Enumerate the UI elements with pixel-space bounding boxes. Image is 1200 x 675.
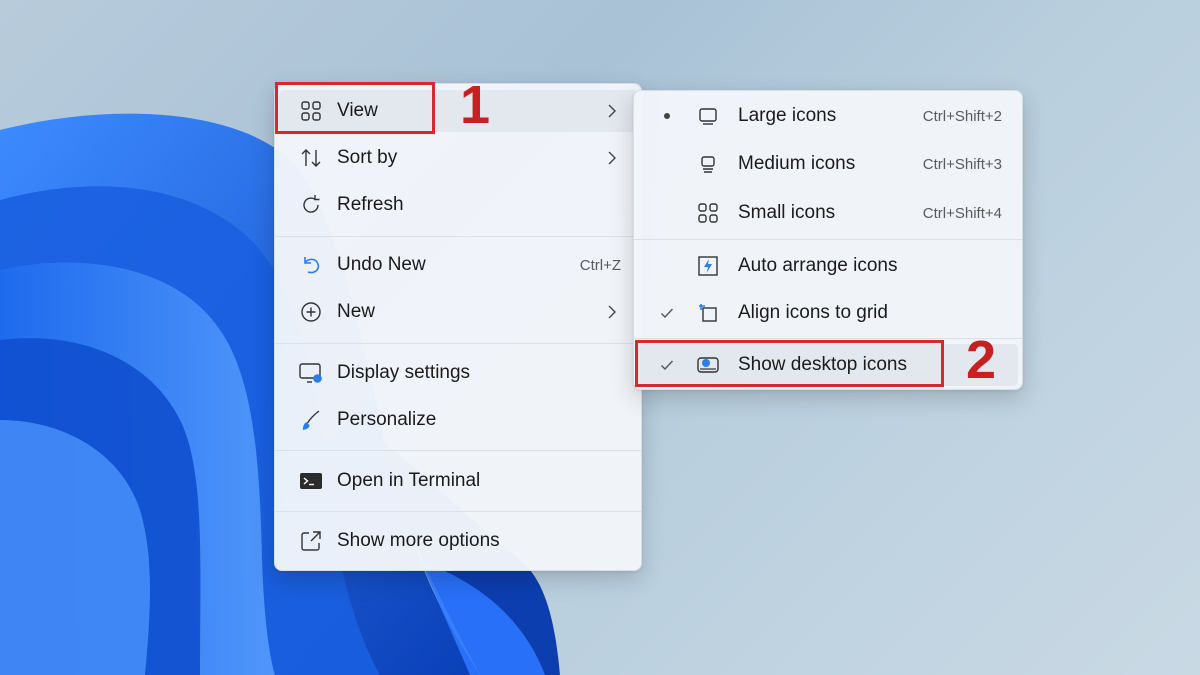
submenu-item-label: Auto arrange icons — [738, 255, 898, 276]
highlight-box-view — [275, 82, 435, 134]
submenu-item-large-icons[interactable]: Large icons Ctrl+Shift+2 — [638, 95, 1018, 137]
shortcut-text: Ctrl+Shift+4 — [922, 204, 1002, 222]
submenu-item-auto-arrange-icons[interactable]: Auto arrange icons — [638, 245, 1018, 287]
menu-item-show-more-options[interactable]: Show more options — [279, 520, 637, 562]
menu-separator — [634, 338, 1022, 339]
small-icons-icon — [694, 199, 722, 227]
shortcut-text: Ctrl+Z — [579, 256, 621, 274]
undo-icon — [297, 251, 325, 279]
menu-separator — [634, 239, 1022, 240]
submenu-item-label: Align icons to grid — [738, 302, 888, 323]
new-plus-icon — [297, 298, 325, 326]
step-number-1: 1 — [460, 75, 491, 135]
submenu-item-label: Large icons — [738, 105, 837, 126]
menu-item-label: Sort by — [337, 147, 398, 168]
menu-item-undo-new[interactable]: Undo New Ctrl+Z — [279, 244, 637, 286]
personalize-brush-icon — [297, 406, 325, 434]
terminal-icon — [297, 467, 325, 495]
menu-item-refresh[interactable]: Refresh — [279, 184, 637, 226]
menu-item-sort-by[interactable]: Sort by — [279, 137, 637, 179]
show-more-icon — [297, 527, 325, 555]
submenu-item-label: Medium icons — [738, 153, 856, 174]
submenu-item-align-icons-to-grid[interactable]: Align icons to grid — [638, 292, 1018, 334]
submenu-item-medium-icons[interactable]: Medium icons Ctrl+Shift+3 — [638, 143, 1018, 185]
submenu-item-small-icons[interactable]: Small icons Ctrl+Shift+4 — [638, 192, 1018, 234]
menu-item-label: Show more options — [337, 530, 500, 551]
menu-item-label: Open in Terminal — [337, 470, 481, 491]
large-icons-icon — [694, 102, 722, 130]
highlight-box-show-desktop-icons — [635, 340, 944, 387]
display-settings-icon — [297, 359, 325, 387]
menu-item-label: Display settings — [337, 362, 471, 383]
menu-item-personalize[interactable]: Personalize — [279, 399, 637, 441]
menu-item-open-in-terminal[interactable]: Open in Terminal — [279, 460, 637, 502]
sort-icon — [297, 144, 325, 172]
step-number-2: 2 — [966, 330, 997, 390]
menu-item-label: Undo New — [337, 254, 426, 275]
menu-separator — [275, 343, 641, 344]
menu-item-new[interactable]: New — [279, 291, 637, 333]
checkmark-icon — [658, 304, 676, 322]
menu-separator — [275, 236, 641, 237]
menu-separator — [275, 450, 641, 451]
menu-item-label: Refresh — [337, 194, 404, 215]
desktop-context-menu: View Sort by Refresh Undo New Ctrl+Z New — [274, 83, 642, 571]
submenu-item-label: Small icons — [738, 202, 836, 223]
shortcut-text: Ctrl+Shift+2 — [922, 107, 1002, 125]
chevron-right-icon — [605, 149, 619, 167]
shortcut-text: Ctrl+Shift+3 — [922, 155, 1002, 173]
medium-icons-icon — [694, 150, 722, 178]
chevron-right-icon — [605, 102, 619, 120]
menu-item-label: Personalize — [337, 409, 437, 430]
align-grid-icon — [694, 299, 722, 327]
chevron-right-icon — [605, 303, 619, 321]
radio-bullet-icon — [658, 107, 676, 125]
menu-item-display-settings[interactable]: Display settings — [279, 352, 637, 394]
menu-separator — [275, 511, 641, 512]
refresh-icon — [297, 191, 325, 219]
auto-arrange-icon — [694, 252, 722, 280]
menu-item-label: New — [337, 301, 376, 322]
